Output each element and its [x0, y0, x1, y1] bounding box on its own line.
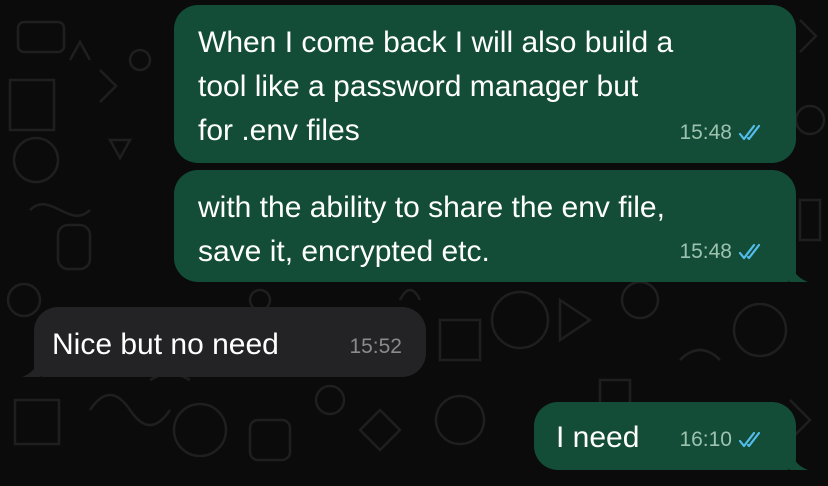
bubble-tail [790, 258, 808, 282]
message-time: 15:48 [679, 121, 732, 144]
message-bubble-incoming[interactable]: Nice but no need 15:52 [22, 307, 426, 377]
message-time: 15:52 [349, 335, 402, 358]
double-check-icon [738, 124, 761, 141]
message-meta: 16:10 [679, 428, 766, 452]
message-meta: 15:48 [679, 121, 766, 145]
double-check-icon [738, 243, 761, 260]
message-time: 16:10 [679, 428, 732, 451]
message-time: 15:48 [679, 240, 732, 263]
message-meta: 15:48 [679, 240, 766, 264]
bubble-tail [790, 446, 808, 470]
message-meta: 15:52 [349, 335, 402, 359]
message-bubble-outgoing[interactable]: When I come back I will also build a too… [174, 5, 796, 163]
bubble-tail [22, 353, 40, 377]
message-bubble-outgoing[interactable]: I need 16:10 [534, 402, 808, 470]
message-bubble-outgoing[interactable]: with the ability to share the env file, … [174, 170, 808, 282]
double-check-icon [738, 431, 761, 448]
